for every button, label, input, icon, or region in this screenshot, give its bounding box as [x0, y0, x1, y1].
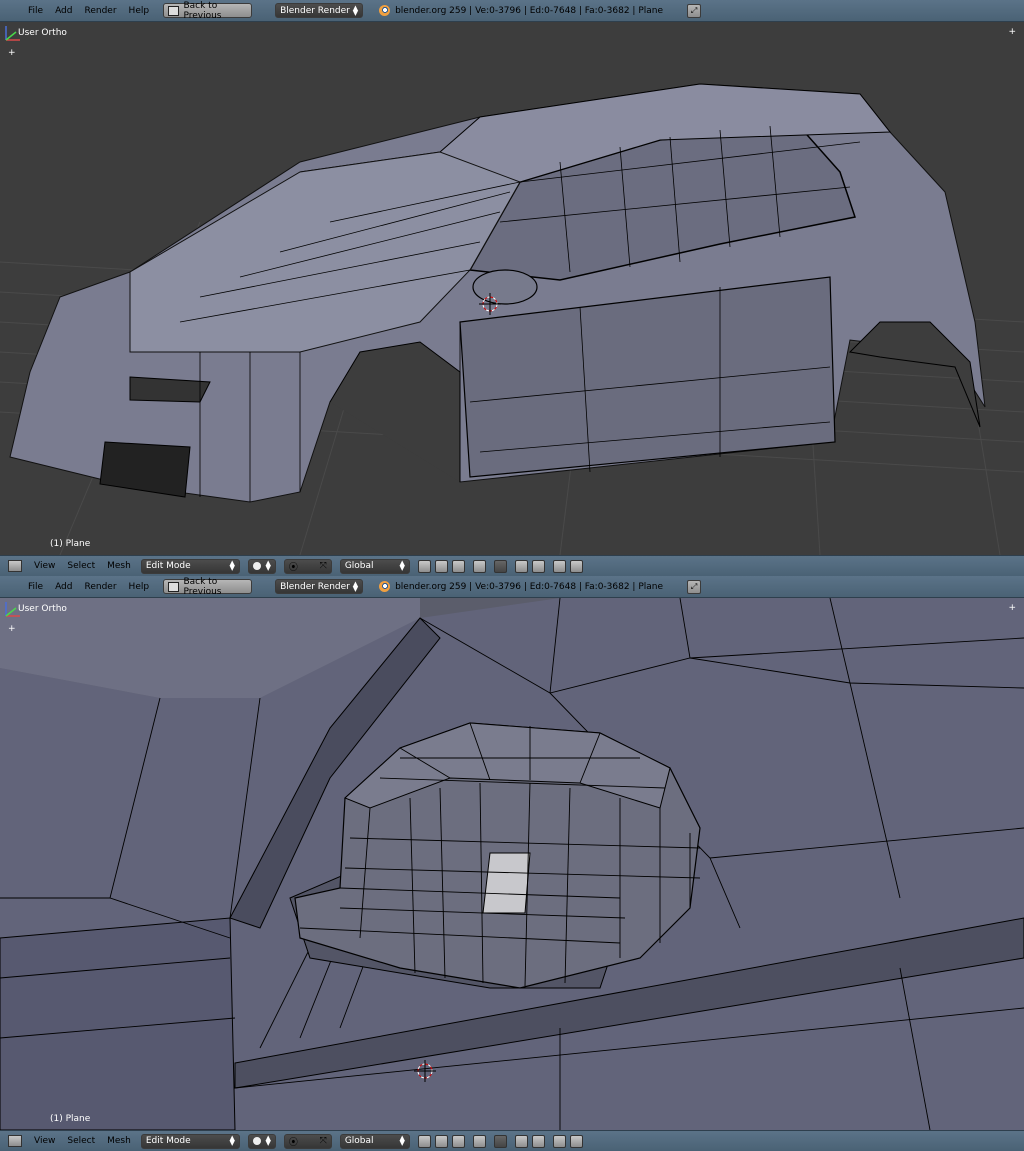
render-icon[interactable]: [552, 559, 566, 573]
proportional-edit-icon[interactable]: [493, 1134, 507, 1148]
menu-view[interactable]: View: [34, 561, 55, 571]
render-engine-value: Blender Render: [280, 581, 350, 592]
mirror-highlight: [482, 852, 531, 914]
render-anim-icon[interactable]: [569, 559, 583, 573]
orientation-value: Global: [344, 1136, 374, 1146]
updown-arrows-icon: ▲ ▼: [399, 1134, 405, 1147]
menu-mesh[interactable]: Mesh: [107, 561, 131, 571]
vertex-select-icon[interactable]: [417, 559, 431, 573]
proportional-edit-icon[interactable]: [493, 559, 507, 573]
toolshelf-toggle[interactable]: +: [8, 624, 16, 634]
pivot-select[interactable]: ⦿ ⤧: [283, 1133, 332, 1149]
render-engine-value: Blender Render: [280, 5, 350, 16]
manipulator-icon: ⤧: [319, 561, 327, 571]
menu-mesh[interactable]: Mesh: [107, 1136, 131, 1146]
pivot-select[interactable]: ⦿ ⤧: [283, 558, 332, 574]
snap-icon[interactable]: [514, 559, 528, 573]
blender-logo-icon: [379, 581, 391, 592]
3d-view-header: View Select Mesh Edit Mode ▲ ▼ ▲ ▼ ⦿ ⤧ Glo…: [0, 1130, 1024, 1151]
snap-target-icon[interactable]: [531, 1134, 545, 1148]
orientation-value: Global: [344, 561, 374, 571]
properties-toggle[interactable]: +: [1008, 27, 1016, 37]
object-name-label: (1) Plane: [50, 539, 91, 549]
mirror-mesh-closeup: [0, 598, 1024, 1130]
shading-select[interactable]: ▲ ▼: [247, 558, 276, 574]
shading-icon: [252, 1137, 261, 1145]
info-header: File Add Render Help Back to Previous Bl…: [0, 0, 1024, 22]
shading-select[interactable]: ▲ ▼: [247, 1133, 276, 1149]
edge-select-icon[interactable]: [434, 1134, 448, 1148]
properties-toggle[interactable]: +: [1008, 603, 1016, 613]
pivot-icon: ⦿: [288, 562, 298, 573]
object-name-label: (1) Plane: [50, 1114, 91, 1124]
scene-stats: blender.org 259 | Ve:0-3796 | Ed:0-7648 …: [395, 5, 664, 16]
menu-file[interactable]: File: [28, 582, 43, 592]
screen-back-icon: [168, 581, 180, 592]
fullscreen-icon[interactable]: ⤢: [687, 579, 702, 594]
3d-viewport-top[interactable]: User Ortho + + (1) Plane: [0, 22, 1024, 555]
3d-viewport-bottom[interactable]: User Ortho + + (1) Plane: [0, 598, 1024, 1130]
back-to-previous-label: Back to Previous: [183, 576, 222, 597]
shading-icon: [252, 562, 261, 570]
updown-arrows-icon: ▲ ▼: [229, 1134, 235, 1147]
back-to-previous-label: Back to Previous: [183, 0, 222, 21]
updown-arrows-icon: ▲ ▼: [399, 559, 405, 572]
updown-arrows-icon: ▲ ▼: [229, 559, 235, 572]
scene-stats: blender.org 259 | Ve:0-3796 | Ed:0-7648 …: [395, 581, 664, 592]
menu-render[interactable]: Render: [85, 6, 117, 16]
menu-render[interactable]: Render: [85, 582, 117, 592]
orientation-select[interactable]: Global ▲ ▼: [339, 558, 410, 574]
back-to-previous-button[interactable]: Back to Previous: [163, 576, 253, 597]
orientation-select[interactable]: Global ▲ ▼: [339, 1133, 410, 1149]
updown-arrows-icon: ▲ ▼: [352, 3, 359, 17]
side-mirror: [472, 269, 538, 305]
render-anim-icon[interactable]: [569, 1134, 583, 1148]
screen-back-icon: [168, 5, 180, 16]
bottom-area: File Add Render Help Back to Previous Bl…: [0, 576, 1024, 1151]
face-select-icon[interactable]: [451, 559, 465, 573]
toolshelf-toggle[interactable]: +: [8, 48, 16, 58]
render-icon[interactable]: [552, 1134, 566, 1148]
menu-select[interactable]: Select: [67, 1136, 95, 1146]
axis-gizmo-icon: [5, 602, 20, 617]
fullscreen-icon[interactable]: ⤢: [687, 3, 702, 18]
menu-select[interactable]: Select: [67, 561, 95, 571]
mode-select[interactable]: Edit Mode ▲ ▼: [140, 558, 240, 574]
top-area: File Add Render Help Back to Previous Bl…: [0, 0, 1024, 576]
occlude-icon[interactable]: [472, 559, 486, 573]
snap-target-icon[interactable]: [531, 559, 545, 573]
menu-view[interactable]: View: [34, 1136, 55, 1146]
menu-file[interactable]: File: [28, 6, 43, 16]
snap-icon[interactable]: [514, 1134, 528, 1148]
menu-add[interactable]: Add: [55, 6, 72, 16]
mode-value: Edit Mode: [145, 1136, 191, 1146]
face-select-icon[interactable]: [451, 1134, 465, 1148]
front-grille: [99, 441, 191, 498]
updown-arrows-icon: ▲ ▼: [265, 1134, 271, 1147]
menu-add[interactable]: Add: [55, 582, 72, 592]
info-header: File Add Render Help Back to Previous Bl…: [0, 576, 1024, 598]
upper-grille: [129, 376, 211, 403]
updown-arrows-icon: ▲ ▼: [352, 579, 359, 593]
updown-arrows-icon: ▲ ▼: [265, 559, 271, 572]
view3d-icon[interactable]: [8, 1135, 22, 1147]
edge-select-icon[interactable]: [434, 559, 448, 573]
menu-help[interactable]: Help: [129, 582, 150, 592]
car-mesh-overview: [0, 83, 1024, 555]
view3d-icon[interactable]: [8, 560, 22, 572]
render-engine-select[interactable]: Blender Render ▲ ▼: [275, 3, 364, 18]
back-to-previous-button[interactable]: Back to Previous: [163, 0, 253, 21]
manipulator-icon: ⤧: [319, 1136, 327, 1146]
mode-select[interactable]: Edit Mode ▲ ▼: [140, 1133, 240, 1149]
3d-view-header: View Select Mesh Edit Mode ▲ ▼ ▲ ▼ ⦿ ⤧ Glo…: [0, 555, 1024, 576]
pivot-icon: ⦿: [288, 1137, 298, 1148]
mode-value: Edit Mode: [145, 561, 191, 571]
fender-panel: [0, 917, 236, 1130]
axis-gizmo-icon: [5, 26, 20, 41]
blender-logo-icon: [379, 5, 391, 16]
vertex-select-icon[interactable]: [417, 1134, 431, 1148]
occlude-icon[interactable]: [472, 1134, 486, 1148]
render-engine-select[interactable]: Blender Render ▲ ▼: [275, 579, 364, 594]
menu-help[interactable]: Help: [129, 6, 150, 16]
